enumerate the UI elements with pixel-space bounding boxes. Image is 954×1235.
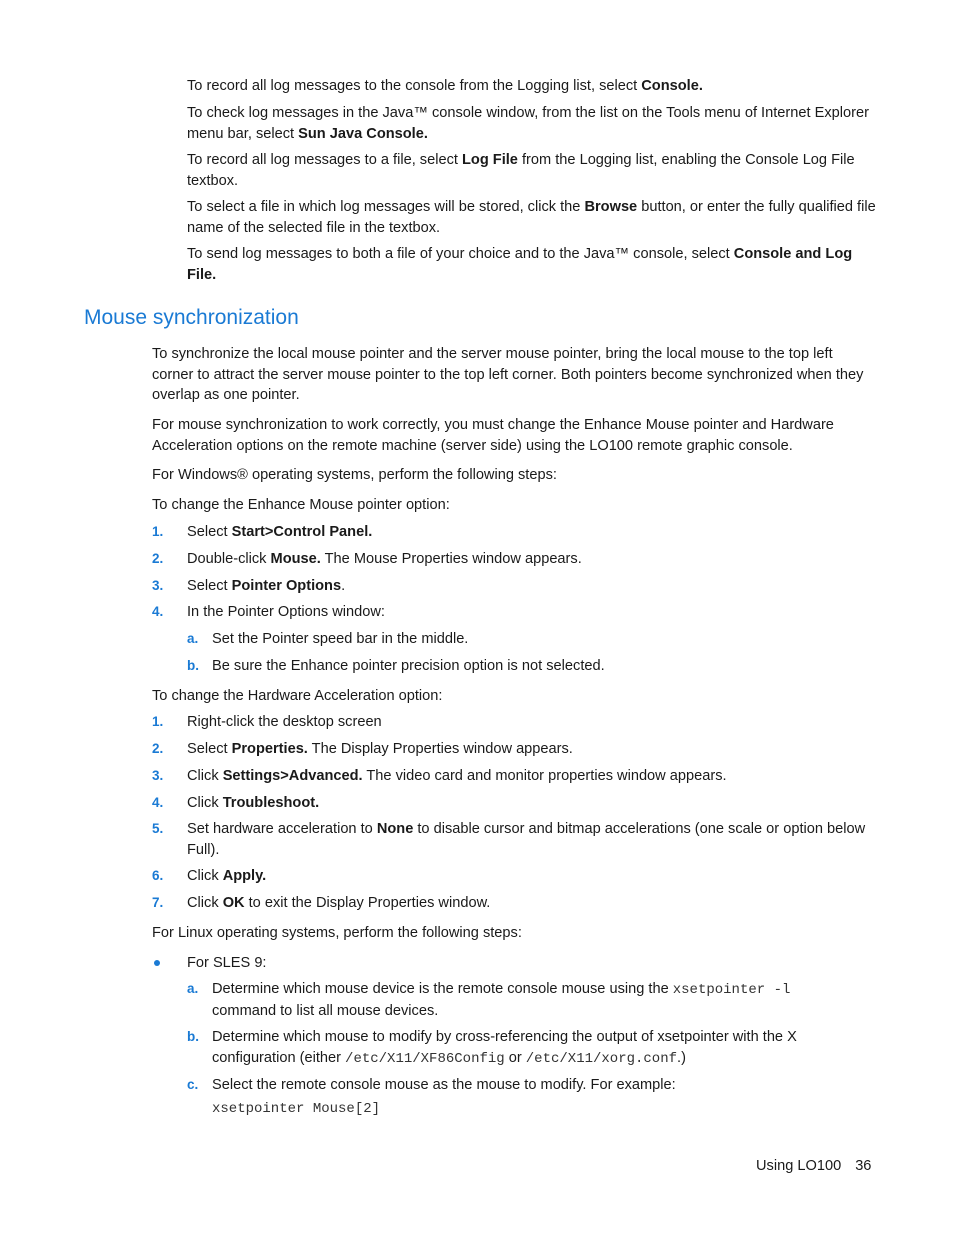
substep-letter: a.	[187, 631, 199, 646]
code-snippet: xsetpointer -l	[672, 982, 791, 998]
step-number: 5.	[152, 821, 164, 836]
section-heading: Mouse synchronization	[84, 306, 299, 329]
substep-letter: b.	[187, 658, 199, 673]
footer-section-title: Using LO100	[756, 1158, 842, 1174]
body-paragraph: For Windows® operating systems, perform …	[152, 467, 557, 483]
list-item: Click Settings>Advanced. The video card …	[187, 768, 727, 784]
step-number: 3.	[152, 768, 164, 783]
list-item: Select Start>Control Panel.	[187, 524, 373, 540]
intro-paragraph: To send log messages to both a file of y…	[187, 246, 853, 283]
step-number: 4.	[152, 604, 164, 619]
intro-paragraph: To check log messages in the Java™ conso…	[187, 105, 869, 142]
body-paragraph: For mouse synchronization to work correc…	[152, 417, 834, 454]
list-item: Select Properties. The Display Propertie…	[187, 741, 573, 757]
body-paragraph: To change the Hardware Acceleration opti…	[152, 688, 443, 704]
body-paragraph: For Linux operating systems, perform the…	[152, 925, 522, 941]
list-item: Set hardware acceleration to None to dis…	[187, 821, 866, 858]
list-item: Determine which mouse to modify by cross…	[212, 1029, 797, 1067]
list-item: Select Pointer Options.	[187, 578, 346, 594]
list-item: Be sure the Enhance pointer precision op…	[212, 658, 605, 674]
list-item: Click Apply.	[187, 868, 267, 884]
page-footer: Using LO100 36	[756, 1158, 871, 1174]
list-item: Determine which mouse device is the remo…	[212, 981, 791, 1019]
list-item: Right-click the desktop screen	[187, 714, 382, 730]
step-number: 7.	[152, 895, 164, 910]
code-example: xsetpointer Mouse[2]	[212, 1098, 380, 1120]
substep-letter: a.	[187, 981, 199, 996]
bullet-icon	[154, 960, 160, 966]
body-paragraph: To synchronize the local mouse pointer a…	[152, 346, 864, 403]
intro-paragraph: To select a file in which log messages w…	[187, 199, 876, 236]
list-item: Select the remote console mouse as the m…	[212, 1077, 676, 1093]
list-item: Click OK to exit the Display Properties …	[187, 895, 491, 911]
list-item: Set the Pointer speed bar in the middle.	[212, 631, 469, 647]
intro-paragraph: To record all log messages to the consol…	[187, 78, 703, 94]
document-page: To record all log messages to the consol…	[0, 0, 954, 1235]
code-snippet: /etc/X11/XF86Config	[345, 1050, 505, 1067]
step-number: 2.	[152, 551, 164, 566]
list-item: Double-click Mouse. The Mouse Properties…	[187, 551, 582, 567]
step-number: 1.	[152, 524, 164, 539]
body-paragraph: To change the Enhance Mouse pointer opti…	[152, 497, 450, 513]
step-number: 6.	[152, 868, 164, 883]
list-item: For SLES 9:	[187, 955, 267, 971]
list-item: Click Troubleshoot.	[187, 795, 320, 811]
code-snippet: /etc/X11/xorg.conf	[525, 1050, 678, 1067]
substep-letter: b.	[187, 1029, 199, 1044]
step-number: 4.	[152, 795, 164, 810]
list-item: In the Pointer Options window:	[187, 604, 385, 620]
intro-paragraph: To record all log messages to a file, se…	[187, 152, 855, 189]
step-number: 3.	[152, 578, 164, 593]
step-number: 2.	[152, 741, 164, 756]
step-number: 1.	[152, 714, 164, 729]
substep-letter: c.	[187, 1077, 199, 1092]
code-snippet: xsetpointer Mouse[2]	[212, 1101, 381, 1117]
page-number: 36	[855, 1158, 872, 1174]
